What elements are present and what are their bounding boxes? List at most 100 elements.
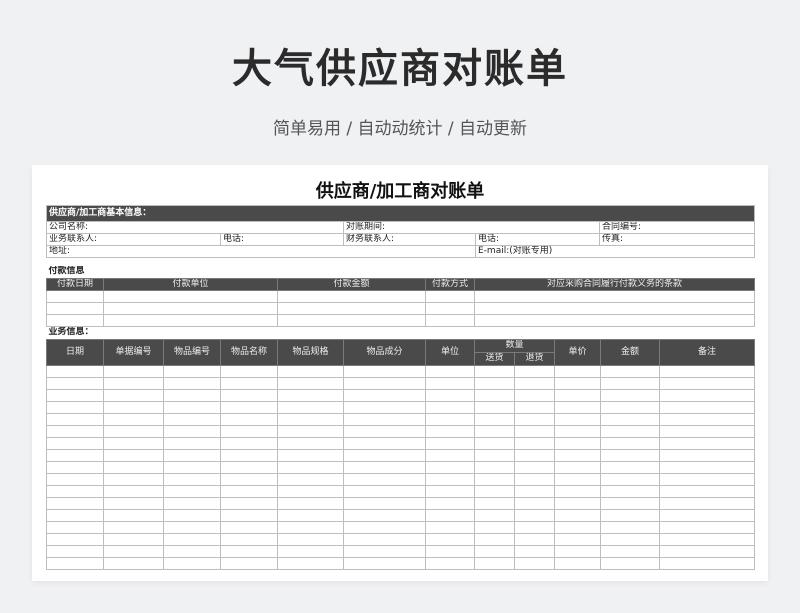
table-cell[interactable] [425,400,475,414]
table-cell[interactable] [46,544,104,558]
table-cell[interactable] [46,496,104,510]
table-cell[interactable] [554,520,601,534]
table-cell[interactable] [554,496,601,510]
table-cell[interactable] [343,508,426,522]
table-cell[interactable] [220,448,278,462]
table-cell[interactable] [46,556,104,570]
table-cell[interactable] [425,424,475,438]
table-cell[interactable] [220,436,278,450]
table-cell[interactable] [554,448,601,462]
table-cell[interactable] [46,520,104,534]
contract-no-cell[interactable]: 合同编号: [598,221,756,234]
table-cell[interactable] [220,556,278,570]
table-cell[interactable] [46,460,104,474]
table-cell[interactable] [103,484,164,498]
table-cell[interactable] [658,484,756,498]
address-cell[interactable]: 地址: [46,245,476,258]
table-cell[interactable] [554,508,601,522]
table-cell[interactable] [658,400,756,414]
table-cell[interactable] [600,556,660,570]
table-cell[interactable] [277,496,344,510]
table-cell[interactable] [473,301,756,315]
table-cell[interactable] [425,472,475,486]
table-cell[interactable] [343,484,426,498]
table-cell[interactable] [658,532,756,546]
table-cell[interactable] [46,508,104,522]
table-cell[interactable] [425,412,475,426]
table-cell[interactable] [103,364,164,378]
table-cell[interactable] [46,364,104,378]
table-cell[interactable] [277,472,344,486]
table-cell[interactable] [277,400,344,414]
table-cell[interactable] [514,376,555,390]
table-cell[interactable] [103,508,164,522]
table-cell[interactable] [220,472,278,486]
table-cell[interactable] [220,376,278,390]
table-cell[interactable] [220,484,278,498]
table-cell[interactable] [103,472,164,486]
phone-cell[interactable]: 电话: [220,233,344,246]
table-cell[interactable] [103,544,164,558]
table-cell[interactable] [163,400,221,414]
table-cell[interactable] [425,460,475,474]
table-cell[interactable] [343,436,426,450]
table-cell[interactable] [600,364,660,378]
table-cell[interactable] [103,400,164,414]
table-cell[interactable] [46,376,104,390]
table-cell[interactable] [600,484,660,498]
table-cell[interactable] [277,301,426,315]
table-cell[interactable] [163,496,221,510]
table-cell[interactable] [514,400,555,414]
table-cell[interactable] [277,484,344,498]
table-cell[interactable] [277,532,344,546]
table-cell[interactable] [425,436,475,450]
table-cell[interactable] [220,424,278,438]
table-cell[interactable] [600,520,660,534]
table-cell[interactable] [474,472,515,486]
table-cell[interactable] [474,388,515,402]
table-cell[interactable] [343,460,426,474]
table-cell[interactable] [474,484,515,498]
table-cell[interactable] [163,532,221,546]
table-cell[interactable] [220,496,278,510]
table-cell[interactable] [46,436,104,450]
table-cell[interactable] [277,436,344,450]
table-cell[interactable] [514,544,555,558]
table-cell[interactable] [554,472,601,486]
phone2-cell[interactable]: 电话: [475,233,600,246]
table-cell[interactable] [277,376,344,390]
table-cell[interactable] [425,484,475,498]
table-cell[interactable] [163,412,221,426]
table-cell[interactable] [46,400,104,414]
table-cell[interactable] [658,388,756,402]
table-cell[interactable] [554,460,601,474]
table-cell[interactable] [163,472,221,486]
table-cell[interactable] [343,556,426,570]
table-cell[interactable] [343,412,426,426]
table-cell[interactable] [163,484,221,498]
table-cell[interactable] [474,532,515,546]
fax-cell[interactable]: 传真: [598,233,756,246]
table-cell[interactable] [103,532,164,546]
table-cell[interactable] [163,508,221,522]
table-cell[interactable] [425,313,475,327]
table-cell[interactable] [163,520,221,534]
table-cell[interactable] [514,520,555,534]
table-cell[interactable] [554,556,601,570]
table-cell[interactable] [514,424,555,438]
table-cell[interactable] [103,301,278,315]
table-cell[interactable] [103,436,164,450]
table-cell[interactable] [220,364,278,378]
email-cell[interactable]: E-mail:(对账专用) [474,245,756,258]
table-cell[interactable] [103,412,164,426]
table-cell[interactable] [277,544,344,558]
period-cell[interactable]: 对账期间: [343,221,600,234]
table-cell[interactable] [554,532,601,546]
company-name-cell[interactable]: 公司名称: [46,221,344,234]
table-cell[interactable] [514,364,555,378]
table-cell[interactable] [163,556,221,570]
table-cell[interactable] [514,436,555,450]
table-cell[interactable] [600,544,660,558]
table-cell[interactable] [103,448,164,462]
table-cell[interactable] [658,448,756,462]
